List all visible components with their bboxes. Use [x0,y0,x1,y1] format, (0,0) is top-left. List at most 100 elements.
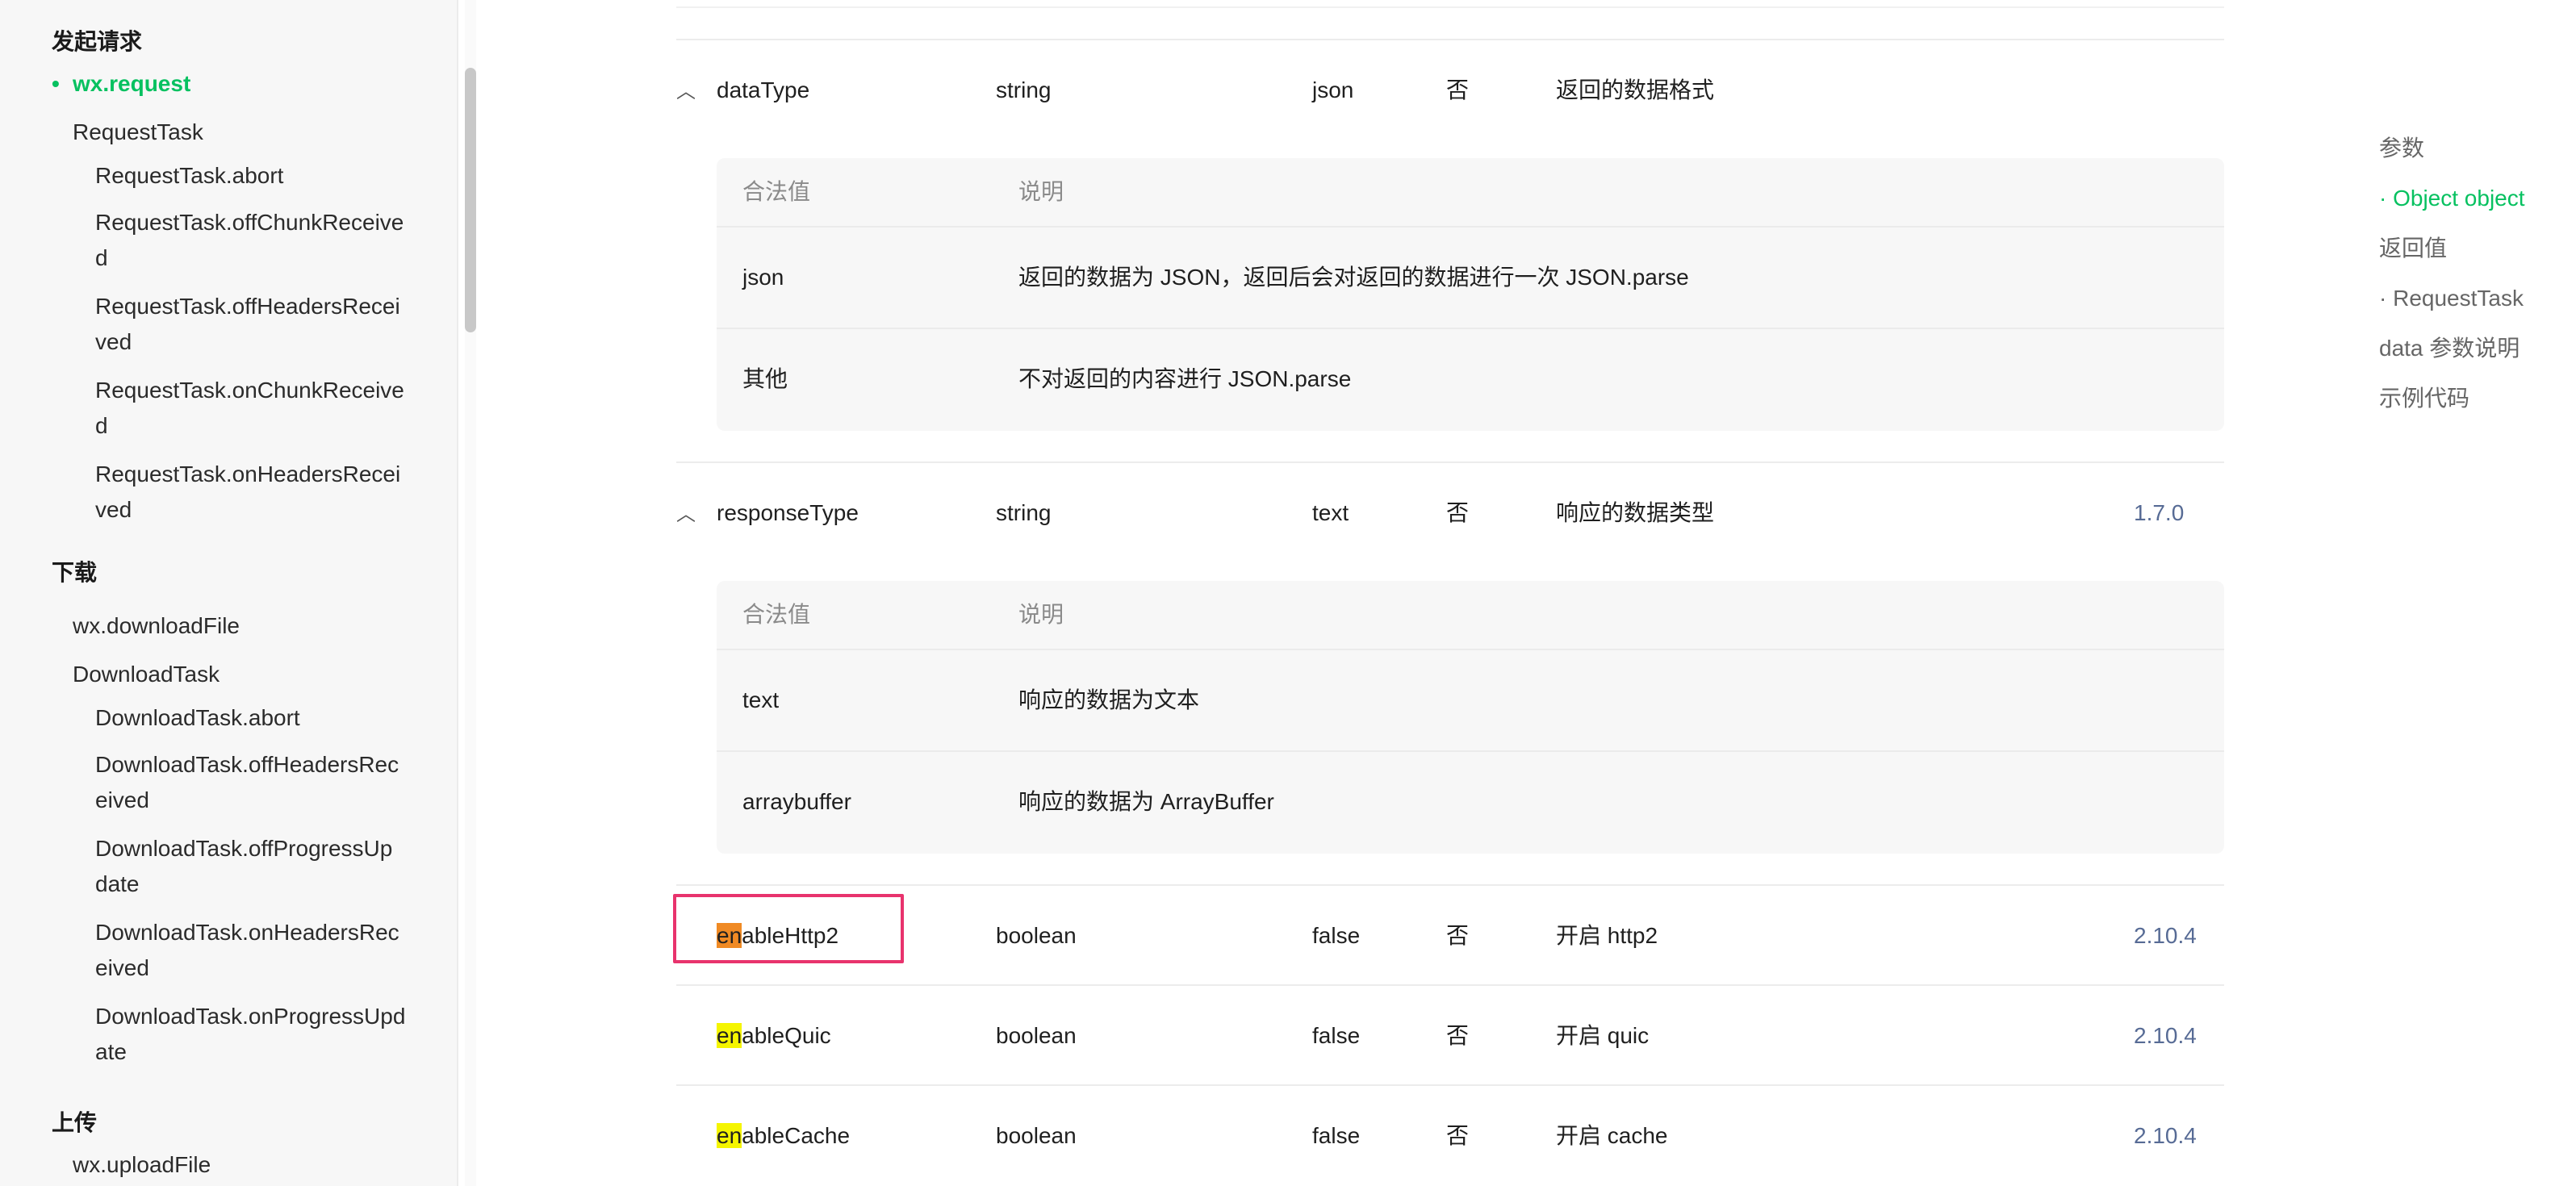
row-divider [676,1084,2224,1086]
enum-value: text [742,687,780,712]
param-required: 否 [1446,77,1470,102]
sidebar-item-label-wrap: ate [95,1039,127,1064]
enum-subtable-responseType: 合法值 说明 text 响应的数据为文本 arraybuffer 响应的数据为 … [717,581,2224,854]
row-divider [676,39,2224,40]
param-desc: 开启 http2 [1556,923,1658,948]
enum-value: 其他 [742,366,788,391]
sidebar-scrollbar-thumb[interactable] [465,68,476,332]
toc-item-params[interactable]: 参数 [2379,132,2424,165]
row-divider [676,461,2224,463]
param-type: boolean [996,923,1077,948]
sidebar-section-download: 下载 [52,560,98,585]
subtable-divider [717,328,2224,329]
param-version-link[interactable]: 2.10.4 [2134,1120,2197,1152]
sidebar-item-wx-upload[interactable]: wx.uploadFile [73,1147,211,1183]
chevron-up-icon[interactable]: ︿ [676,499,696,531]
enum-value: arraybuffer [742,789,851,814]
sidebar-item-label-wrap: eived [95,955,149,980]
subtable-header-desc: 说明 [1018,179,1064,204]
enum-value: json [742,265,784,290]
param-version-link[interactable]: 1.7.0 [2134,497,2184,529]
param-version-link[interactable]: 2.10.4 [2134,1020,2197,1052]
sidebar-item-label-wrap: eived [95,787,149,812]
param-required: 否 [1446,1123,1470,1148]
sidebar-section-upload: 上传 [52,1110,98,1135]
sidebar-item-label-wrap: date [95,871,140,896]
sidebar-item-label: DownloadTask.offHeadersRec [95,752,399,777]
param-name-rest: ableQuic [742,1023,831,1048]
sidebar-item-request-task-abort[interactable]: RequestTask.abort [95,158,418,194]
param-name: responseType [717,500,859,525]
sidebar-item-wx-request[interactable]: • wx.request [52,66,191,102]
subtable-header-desc: 说明 [1018,602,1064,627]
toc-item-request-task[interactable]: · RequestTask [2379,282,2524,315]
chevron-up-icon[interactable]: ︿ [676,76,696,108]
sidebar-item-download-task-abort[interactable]: DownloadTask.abort [95,700,418,736]
param-version-link[interactable]: 2.10.4 [2134,920,2197,952]
sidebar-item-download-task-on-progress[interactable]: DownloadTask.onProgressUpd ate [95,999,418,1070]
focus-highlight-box [673,894,904,963]
toc-item-object[interactable]: · Object object [2379,182,2525,215]
sidebar-item-label: DownloadTask.offProgressUp [95,836,393,861]
sidebar-item-label-wrap: ved [95,329,132,354]
sidebar-item-download-task-off-headers[interactable]: DownloadTask.offHeadersRec eived [95,747,418,818]
toc-item-example[interactable]: 示例代码 [2379,382,2469,415]
param-default: text [1312,500,1349,525]
sidebar-item-request-task-on-headers[interactable]: RequestTask.onHeadersRecei ved [95,457,418,528]
subtable-divider [717,649,2224,650]
sidebar-item-label-wrap: d [95,413,108,438]
sidebar-item-label: RequestTask.offChunkReceive [95,210,404,235]
enum-desc: 响应的数据为文本 [1018,687,1200,712]
toc-item-return[interactable]: 返回值 [2379,232,2447,265]
sidebar-item-label: RequestTask.onChunkReceive [95,378,404,403]
param-required: 否 [1446,500,1470,525]
param-name: dataType [717,77,810,102]
subtable-header-value: 合法值 [742,602,811,627]
sidebar-item-request-task-off-chunk[interactable]: RequestTask.offChunkReceive d [95,205,418,276]
sidebar-item-download-task-on-headers[interactable]: DownloadTask.onHeadersRec eived [95,915,418,986]
param-name: enableQuic [717,1020,831,1052]
sidebar-item-label: DownloadTask.onProgressUpd [95,1004,406,1029]
sidebar-item-label-wrap: d [95,245,108,270]
sidebar-item-request-task-off-headers[interactable]: RequestTask.offHeadersRecei ved [95,289,418,360]
sidebar-item-download-task[interactable]: DownloadTask [73,657,220,692]
active-dot-icon: • [52,71,60,96]
sidebar-item-label: DownloadTask.onHeadersRec [95,920,399,945]
param-desc: 响应的数据类型 [1556,500,1715,525]
sidebar-item-request-task-on-chunk[interactable]: RequestTask.onChunkReceive d [95,373,418,444]
sidebar-item-label: RequestTask.offHeadersRecei [95,294,400,319]
param-default: false [1312,1123,1361,1148]
sidebar-item-request-task[interactable]: RequestTask [73,115,203,150]
subtable-divider [717,750,2224,752]
sidebar-section-request: 发起请求 [52,29,143,54]
sidebar-item-label-wrap: ved [95,497,132,522]
enum-desc: 不对返回的内容进行 JSON.parse [1018,366,1352,391]
param-required: 否 [1446,923,1470,948]
param-name-rest: ableCache [742,1123,851,1148]
toc-item-data-params[interactable]: data 参数说明 [2379,332,2520,365]
subtable-header-value: 合法值 [742,179,811,204]
sidebar-nav: 发起请求 • wx.request RequestTask RequestTas… [0,0,458,1186]
param-desc: 开启 cache [1556,1123,1668,1148]
param-type: boolean [996,1123,1077,1148]
row-divider [676,884,2224,886]
sidebar-item-label: wx.request [73,71,191,96]
search-highlight: en [717,1123,742,1148]
row-divider [676,984,2224,986]
enum-desc: 响应的数据为 ArrayBuffer [1018,789,1274,814]
enum-subtable-dataType: 合法值 说明 json 返回的数据为 JSON，返回后会对返回的数据进行一次 J… [717,158,2224,431]
param-default: false [1312,1023,1361,1048]
enum-desc: 返回的数据为 JSON，返回后会对返回的数据进行一次 JSON.parse [1018,265,1689,290]
sidebar-item-wx-download[interactable]: wx.downloadFile [73,608,240,644]
param-default: json [1312,77,1354,102]
param-name: enableCache [717,1120,850,1152]
param-default: false [1312,923,1361,948]
row-divider [676,6,2224,8]
param-type: string [996,500,1052,525]
param-required: 否 [1446,1023,1470,1048]
param-type: boolean [996,1023,1077,1048]
param-desc: 开启 quic [1556,1023,1650,1048]
param-type: string [996,77,1052,102]
sidebar-item-download-task-off-progress[interactable]: DownloadTask.offProgressUp date [95,831,418,902]
param-desc: 返回的数据格式 [1556,77,1715,102]
